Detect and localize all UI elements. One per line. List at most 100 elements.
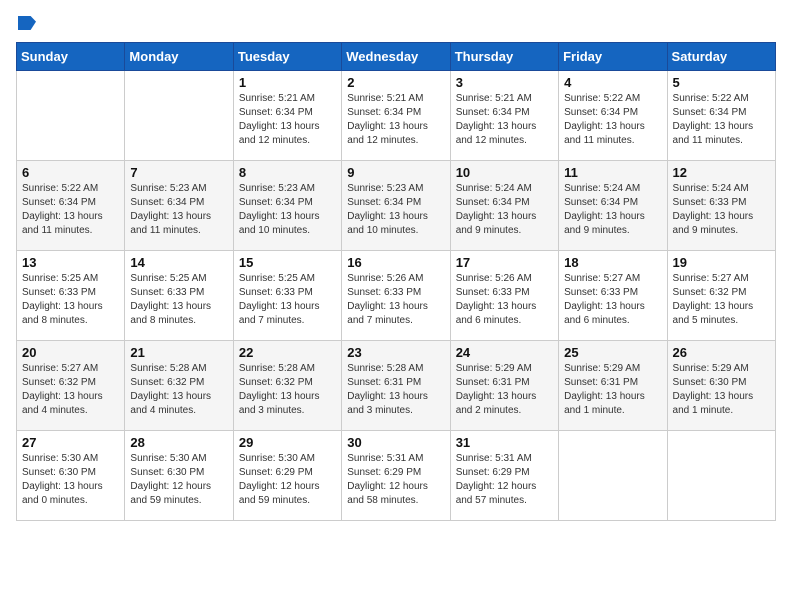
- calendar-cell: [125, 71, 233, 161]
- calendar-cell: 14 Sunrise: 5:25 AMSunset: 6:33 PMDayligh…: [125, 251, 233, 341]
- day-info: Sunrise: 5:25 AMSunset: 6:33 PMDaylight:…: [130, 272, 227, 328]
- day-info: Sunrise: 5:21 AMSunset: 6:34 PMDaylight:…: [347, 92, 444, 148]
- day-info: Sunrise: 5:25 AMSunset: 6:33 PMDaylight:…: [22, 272, 119, 328]
- calendar-week-4: 20Sunrise: 5:27 AMSunset: 6:32 PMDayligh…: [17, 341, 776, 431]
- calendar-cell: 5 Sunrise: 5:22 AMSunset: 6:34 PMDaylight…: [667, 71, 775, 161]
- day-number: 3: [456, 75, 553, 90]
- day-number: 15: [239, 255, 336, 270]
- day-number: 28: [130, 435, 227, 450]
- day-number: 17: [456, 255, 553, 270]
- day-number: 4: [564, 75, 661, 90]
- day-info: Sunrise: 5:30 AMSunset: 6:30 PMDaylight:…: [130, 452, 227, 508]
- calendar-cell: [667, 431, 775, 521]
- calendar-cell: 6Sunrise: 5:22 AMSunset: 6:34 PMDaylight…: [17, 161, 125, 251]
- calendar-cell: 3 Sunrise: 5:21 AMSunset: 6:34 PMDaylight…: [450, 71, 558, 161]
- calendar-cell: 21 Sunrise: 5:28 AMSunset: 6:32 PMDayligh…: [125, 341, 233, 431]
- page-header: [16, 16, 776, 30]
- calendar-cell: 28 Sunrise: 5:30 AMSunset: 6:30 PMDayligh…: [125, 431, 233, 521]
- day-number: 22: [239, 345, 336, 360]
- day-number: 31: [456, 435, 553, 450]
- calendar-day-header-sunday: Sunday: [17, 43, 125, 71]
- calendar-cell: 17Sunrise: 5:26 AMSunset: 6:33 PMDayligh…: [450, 251, 558, 341]
- calendar-day-header-friday: Friday: [559, 43, 667, 71]
- calendar-cell: 29Sunrise: 5:30 AMSunset: 6:29 PMDayligh…: [233, 431, 341, 521]
- day-info: Sunrise: 5:21 AMSunset: 6:34 PMDaylight:…: [456, 92, 553, 148]
- day-number: 27: [22, 435, 119, 450]
- calendar-cell: 10 Sunrise: 5:24 AMSunset: 6:34 PMDayligh…: [450, 161, 558, 251]
- day-number: 26: [673, 345, 770, 360]
- calendar-cell: 1 Sunrise: 5:21 AMSunset: 6:34 PMDaylight…: [233, 71, 341, 161]
- day-info: Sunrise: 5:22 AMSunset: 6:34 PMDaylight:…: [673, 92, 770, 148]
- calendar-cell: 16 Sunrise: 5:26 AMSunset: 6:33 PMDayligh…: [342, 251, 450, 341]
- calendar-cell: 12 Sunrise: 5:24 AMSunset: 6:33 PMDayligh…: [667, 161, 775, 251]
- calendar-cell: 13 Sunrise: 5:25 AMSunset: 6:33 PMDayligh…: [17, 251, 125, 341]
- day-number: 13: [22, 255, 119, 270]
- calendar-cell: 2 Sunrise: 5:21 AMSunset: 6:34 PMDaylight…: [342, 71, 450, 161]
- day-info: Sunrise: 5:22 AMSunset: 6:34 PMDaylight:…: [564, 92, 661, 148]
- calendar-cell: 22 Sunrise: 5:28 AMSunset: 6:32 PMDayligh…: [233, 341, 341, 431]
- calendar-cell: 31 Sunrise: 5:31 AMSunset: 6:29 PMDayligh…: [450, 431, 558, 521]
- calendar-day-header-monday: Monday: [125, 43, 233, 71]
- calendar-day-header-wednesday: Wednesday: [342, 43, 450, 71]
- day-number: 19: [673, 255, 770, 270]
- calendar-cell: 26 Sunrise: 5:29 AMSunset: 6:30 PMDayligh…: [667, 341, 775, 431]
- calendar-cell: 19 Sunrise: 5:27 AMSunset: 6:32 PMDayligh…: [667, 251, 775, 341]
- day-info: Sunrise: 5:27 AMSunset: 6:33 PMDaylight:…: [564, 272, 661, 328]
- day-info: Sunrise: 5:24 AMSunset: 6:33 PMDaylight:…: [673, 182, 770, 238]
- day-info: Sunrise: 5:21 AMSunset: 6:34 PMDaylight:…: [239, 92, 336, 148]
- day-number: 30: [347, 435, 444, 450]
- calendar-cell: 7Sunrise: 5:23 AMSunset: 6:34 PMDaylight…: [125, 161, 233, 251]
- day-number: 12: [673, 165, 770, 180]
- day-number: 16: [347, 255, 444, 270]
- day-info: Sunrise: 5:28 AMSunset: 6:32 PMDaylight:…: [239, 362, 336, 418]
- calendar-day-header-thursday: Thursday: [450, 43, 558, 71]
- day-info: Sunrise: 5:24 AMSunset: 6:34 PMDaylight:…: [456, 182, 553, 238]
- calendar-cell: 30 Sunrise: 5:31 AMSunset: 6:29 PMDayligh…: [342, 431, 450, 521]
- day-info: Sunrise: 5:28 AMSunset: 6:32 PMDaylight:…: [130, 362, 227, 418]
- day-info: Sunrise: 5:29 AMSunset: 6:30 PMDaylight:…: [673, 362, 770, 418]
- day-number: 7: [130, 165, 227, 180]
- day-number: 24: [456, 345, 553, 360]
- day-info: Sunrise: 5:24 AMSunset: 6:34 PMDaylight:…: [564, 182, 661, 238]
- calendar-header-row: SundayMondayTuesdayWednesdayThursdayFrid…: [17, 43, 776, 71]
- day-number: 5: [673, 75, 770, 90]
- day-info: Sunrise: 5:31 AMSunset: 6:29 PMDaylight:…: [347, 452, 444, 508]
- calendar-week-1: 1 Sunrise: 5:21 AMSunset: 6:34 PMDaylight…: [17, 71, 776, 161]
- calendar-cell: 9 Sunrise: 5:23 AMSunset: 6:34 PMDaylight…: [342, 161, 450, 251]
- day-number: 14: [130, 255, 227, 270]
- day-number: 11: [564, 165, 661, 180]
- calendar-cell: 23Sunrise: 5:28 AMSunset: 6:31 PMDayligh…: [342, 341, 450, 431]
- day-number: 23: [347, 345, 444, 360]
- day-number: 2: [347, 75, 444, 90]
- day-number: 9: [347, 165, 444, 180]
- day-info: Sunrise: 5:31 AMSunset: 6:29 PMDaylight:…: [456, 452, 553, 508]
- calendar-cell: 24 Sunrise: 5:29 AMSunset: 6:31 PMDayligh…: [450, 341, 558, 431]
- calendar-week-5: 27 Sunrise: 5:30 AMSunset: 6:30 PMDayligh…: [17, 431, 776, 521]
- day-number: 1: [239, 75, 336, 90]
- day-number: 10: [456, 165, 553, 180]
- calendar-cell: 20Sunrise: 5:27 AMSunset: 6:32 PMDayligh…: [17, 341, 125, 431]
- day-info: Sunrise: 5:23 AMSunset: 6:34 PMDaylight:…: [239, 182, 336, 238]
- day-number: 21: [130, 345, 227, 360]
- calendar-table: SundayMondayTuesdayWednesdayThursdayFrid…: [16, 42, 776, 521]
- calendar-cell: 25Sunrise: 5:29 AMSunset: 6:31 PMDayligh…: [559, 341, 667, 431]
- day-info: Sunrise: 5:27 AMSunset: 6:32 PMDaylight:…: [673, 272, 770, 328]
- day-info: Sunrise: 5:23 AMSunset: 6:34 PMDaylight:…: [347, 182, 444, 238]
- day-info: Sunrise: 5:27 AMSunset: 6:32 PMDaylight:…: [22, 362, 119, 418]
- day-info: Sunrise: 5:22 AMSunset: 6:34 PMDaylight:…: [22, 182, 119, 238]
- day-info: Sunrise: 5:30 AMSunset: 6:30 PMDaylight:…: [22, 452, 119, 508]
- calendar-cell: [17, 71, 125, 161]
- day-info: Sunrise: 5:29 AMSunset: 6:31 PMDaylight:…: [564, 362, 661, 418]
- calendar-week-2: 6Sunrise: 5:22 AMSunset: 6:34 PMDaylight…: [17, 161, 776, 251]
- calendar-day-header-tuesday: Tuesday: [233, 43, 341, 71]
- logo-icon: [18, 16, 36, 30]
- day-info: Sunrise: 5:29 AMSunset: 6:31 PMDaylight:…: [456, 362, 553, 418]
- calendar-cell: 15 Sunrise: 5:25 AMSunset: 6:33 PMDayligh…: [233, 251, 341, 341]
- day-number: 18: [564, 255, 661, 270]
- day-info: Sunrise: 5:25 AMSunset: 6:33 PMDaylight:…: [239, 272, 336, 328]
- day-info: Sunrise: 5:26 AMSunset: 6:33 PMDaylight:…: [347, 272, 444, 328]
- calendar-cell: [559, 431, 667, 521]
- day-number: 29: [239, 435, 336, 450]
- calendar-cell: 8Sunrise: 5:23 AMSunset: 6:34 PMDaylight…: [233, 161, 341, 251]
- calendar-day-header-saturday: Saturday: [667, 43, 775, 71]
